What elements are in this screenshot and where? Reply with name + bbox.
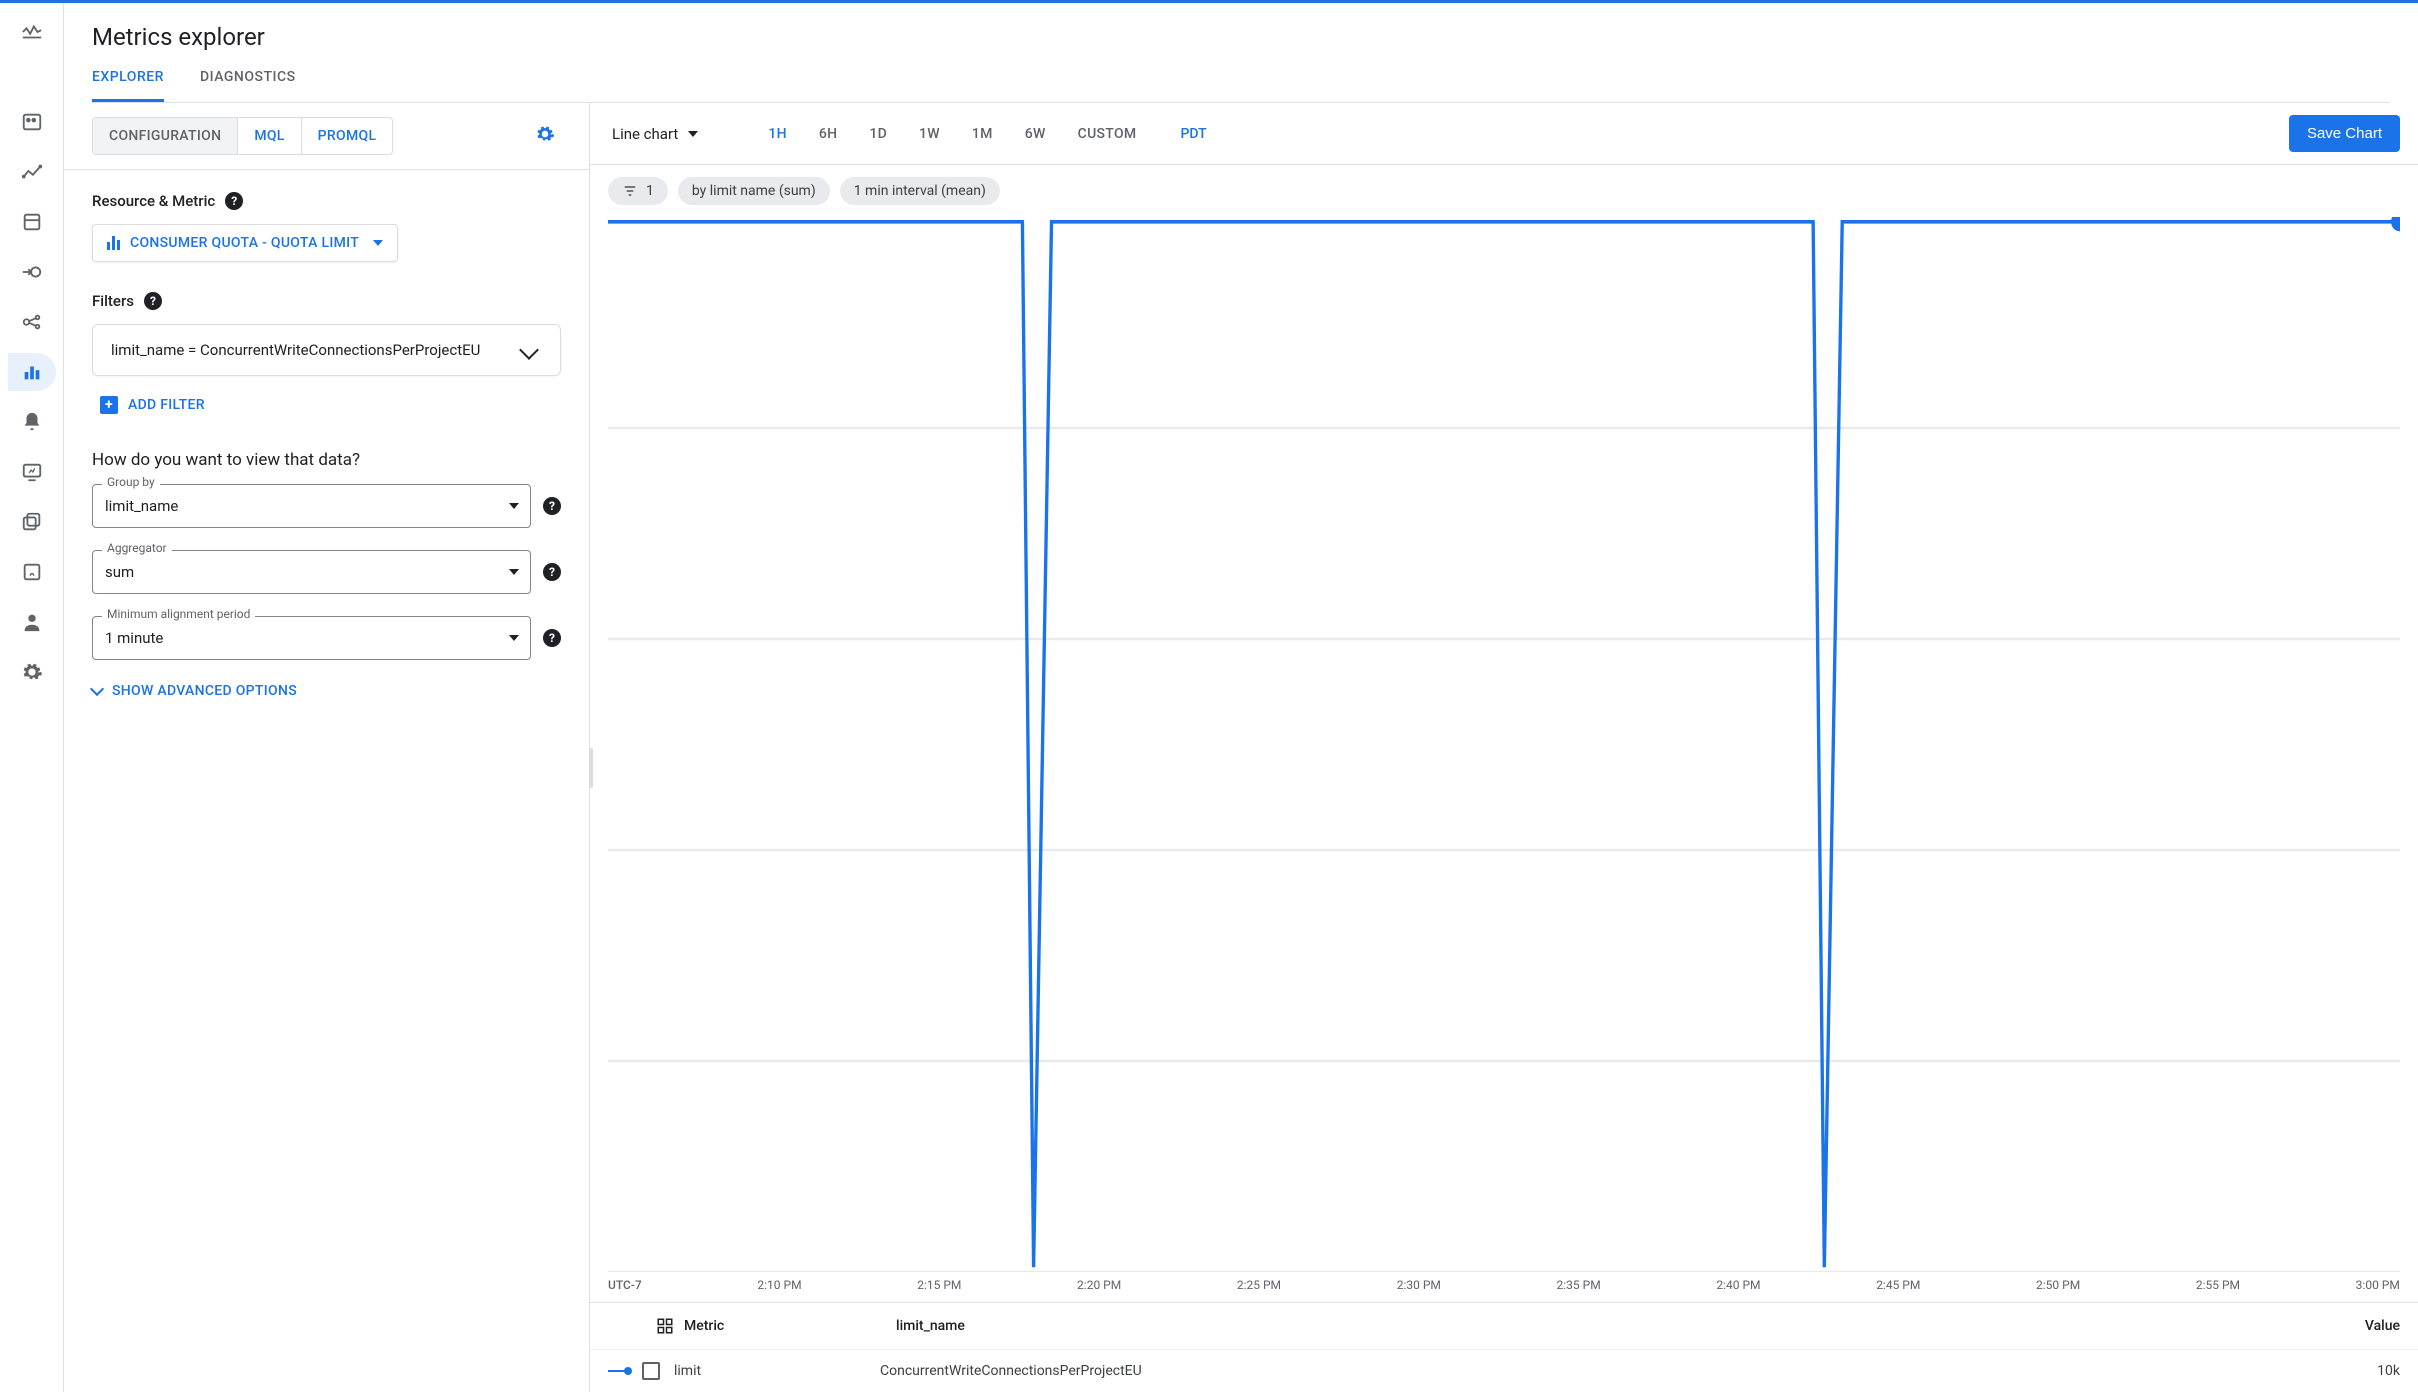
- add-filter-label: ADD FILTER: [128, 397, 205, 413]
- metric-chip-label: CONSUMER QUOTA - QUOTA LIMIT: [130, 235, 359, 251]
- config-subtabs: CONFIGURATION MQL PROMQL: [92, 117, 393, 155]
- time-1d[interactable]: 1D: [857, 120, 899, 148]
- time-1m[interactable]: 1M: [960, 120, 1005, 148]
- chart-type-selector[interactable]: Line chart: [608, 119, 702, 149]
- tab-explorer[interactable]: EXPLORER: [92, 69, 164, 102]
- chart-x-axis: UTC-7 2:10 PM 2:15 PM 2:20 PM 2:25 PM 2:…: [590, 1272, 2418, 1302]
- group-by-select[interactable]: limit_name: [92, 484, 531, 528]
- time-1h[interactable]: 1H: [756, 120, 799, 148]
- nav-uptime-icon[interactable]: [8, 453, 56, 491]
- caret-down-icon: [688, 131, 698, 137]
- bars-icon: [107, 236, 120, 250]
- nav-rail: [0, 3, 64, 1392]
- chevron-down-icon: [519, 340, 539, 360]
- caret-down-icon: [509, 569, 519, 575]
- gear-icon[interactable]: [529, 118, 561, 154]
- time-6h[interactable]: 6H: [807, 120, 850, 148]
- time-1w[interactable]: 1W: [907, 120, 952, 148]
- chip-groupby[interactable]: by limit name (sum): [678, 177, 830, 205]
- resize-handle[interactable]: [589, 748, 593, 788]
- view-heading: How do you want to view that data?: [92, 450, 360, 470]
- legend-header: Metric limit_name Value: [590, 1302, 2418, 1349]
- legend-checkbox[interactable]: [642, 1362, 660, 1380]
- help-icon[interactable]: ?: [225, 192, 243, 210]
- filter-item[interactable]: limit_name = ConcurrentWriteConnectionsP…: [92, 324, 561, 376]
- chevron-down-icon: [90, 682, 104, 696]
- caret-down-icon: [509, 503, 519, 509]
- add-filter-button[interactable]: + ADD FILTER: [92, 390, 213, 420]
- resource-metric-label: Resource & Metric: [92, 192, 215, 210]
- series-swatch: [608, 1370, 628, 1372]
- grid-icon: [656, 1317, 674, 1335]
- help-icon[interactable]: ?: [543, 563, 561, 581]
- aggregator-select[interactable]: sum: [92, 550, 531, 594]
- caret-down-icon: [373, 240, 383, 246]
- nav-slos-icon[interactable]: [8, 303, 56, 341]
- chart-panel: Line chart 1H 6H 1D 1W 1M 6W CUSTOM PDT …: [590, 103, 2418, 1392]
- nav-monitoring-icon[interactable]: [8, 13, 56, 51]
- nav-metrics-explorer-icon[interactable]: [8, 353, 56, 391]
- subtab-mql[interactable]: MQL: [238, 118, 301, 154]
- nav-overview-icon[interactable]: [8, 103, 56, 141]
- group-by-label: Group by: [102, 475, 160, 489]
- help-icon[interactable]: ?: [144, 292, 162, 310]
- filters-label: Filters: [92, 292, 134, 310]
- legend-value: 10k: [2320, 1363, 2400, 1379]
- time-range-group: 1H 6H 1D 1W 1M 6W CUSTOM: [756, 120, 1148, 148]
- nav-alerting-icon[interactable]: [8, 403, 56, 441]
- nav-input-icon[interactable]: [8, 253, 56, 291]
- legend-row[interactable]: limit ConcurrentWriteConnectionsPerProje…: [590, 1349, 2418, 1392]
- nav-debug-icon[interactable]: [8, 553, 56, 591]
- chart-plot-area[interactable]: [608, 217, 2400, 1272]
- nav-groups-icon[interactable]: [8, 503, 56, 541]
- help-icon[interactable]: ?: [543, 629, 561, 647]
- subtab-promql[interactable]: PROMQL: [302, 118, 393, 154]
- chip-series-count[interactable]: 1: [608, 177, 668, 205]
- legend-col-limit-name: limit_name: [896, 1318, 2320, 1334]
- plus-icon: +: [100, 396, 118, 414]
- main-tabs: EXPLORER DIAGNOSTICS: [92, 69, 2390, 103]
- chart-type-label: Line chart: [612, 125, 678, 143]
- save-chart-button[interactable]: Save Chart: [2289, 115, 2400, 152]
- nav-settings-icon[interactable]: [8, 653, 56, 691]
- legend-metric: limit: [674, 1363, 880, 1379]
- tab-diagnostics[interactable]: DIAGNOSTICS: [200, 69, 296, 102]
- filter-icon: [622, 183, 638, 199]
- subtab-configuration[interactable]: CONFIGURATION: [93, 118, 238, 154]
- min-align-label: Minimum alignment period: [102, 607, 255, 621]
- time-6w[interactable]: 6W: [1013, 120, 1058, 148]
- legend-limit-name: ConcurrentWriteConnectionsPerProjectEU: [880, 1363, 2320, 1379]
- nav-user-icon[interactable]: [8, 603, 56, 641]
- filter-text: limit_name = ConcurrentWriteConnectionsP…: [111, 341, 480, 359]
- help-icon[interactable]: ?: [543, 497, 561, 515]
- nav-services-icon[interactable]: [8, 203, 56, 241]
- config-panel: CONFIGURATION MQL PROMQL Resource & Metr…: [64, 103, 590, 1392]
- timezone-button[interactable]: PDT: [1170, 120, 1216, 148]
- metric-selector[interactable]: CONSUMER QUOTA - QUOTA LIMIT: [92, 224, 398, 262]
- page-title: Metrics explorer: [92, 23, 2390, 51]
- legend-col-value: Value: [2320, 1318, 2400, 1334]
- show-advanced-label: SHOW ADVANCED OPTIONS: [112, 683, 297, 699]
- nav-dashboards-icon[interactable]: [8, 153, 56, 191]
- chip-interval[interactable]: 1 min interval (mean): [840, 177, 1000, 205]
- show-advanced-button[interactable]: SHOW ADVANCED OPTIONS: [92, 683, 297, 699]
- min-align-select[interactable]: 1 minute: [92, 616, 531, 660]
- time-custom[interactable]: CUSTOM: [1066, 120, 1149, 148]
- caret-down-icon: [509, 635, 519, 641]
- legend-col-metric: Metric: [684, 1318, 724, 1334]
- aggregator-label: Aggregator: [102, 541, 172, 555]
